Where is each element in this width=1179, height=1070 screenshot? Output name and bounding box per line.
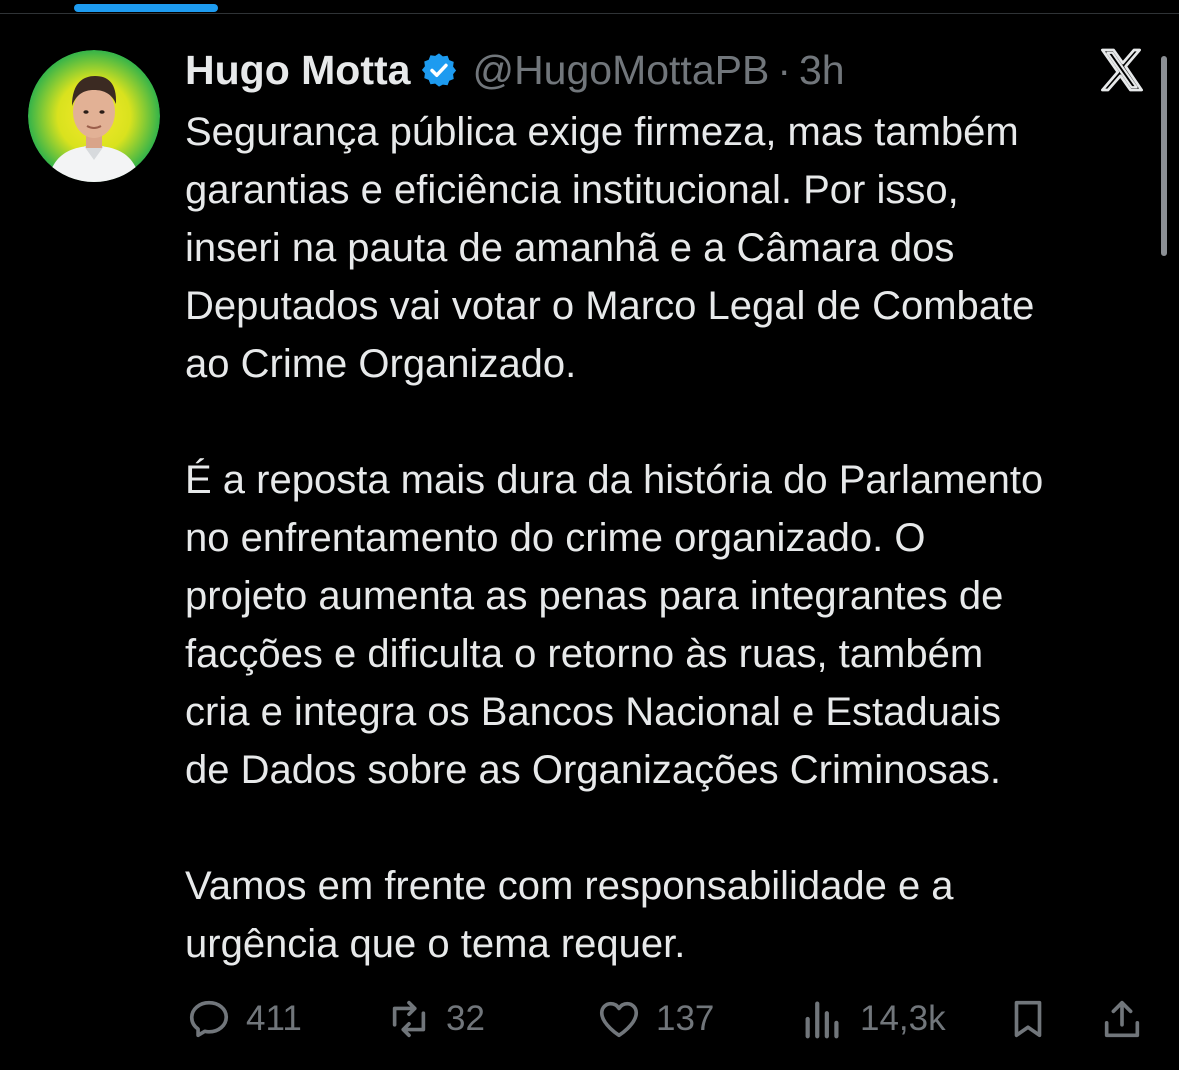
- tab-indicator: [74, 4, 218, 12]
- tweet-header: Hugo Motta @HugoMottaPB · 3h: [185, 42, 845, 98]
- divider: [0, 13, 1179, 14]
- tweet-paragraph: É a reposta mais dura da história do Par…: [185, 451, 1170, 799]
- tweet-line: Vamos em frente com responsabilidade e a: [185, 864, 954, 908]
- tweet-line: É a reposta mais dura da história do Par…: [185, 458, 1044, 502]
- reply-button[interactable]: 411: [186, 990, 302, 1048]
- verified-badge-icon: [422, 53, 457, 87]
- tweet-line: ao Crime Organizado.: [185, 342, 577, 386]
- x-logo-icon: [1101, 48, 1143, 92]
- profile-photo: [28, 50, 160, 182]
- author-name[interactable]: Hugo Motta: [185, 47, 410, 94]
- timestamp[interactable]: 3h: [799, 47, 845, 94]
- tweet-text: Segurança pública exige firmeza, mas tam…: [185, 103, 1170, 973]
- tweet-line: cria e integra os Bancos Nacional e Esta…: [185, 690, 1002, 734]
- views-button[interactable]: 14,3k: [800, 990, 946, 1048]
- tweet-line: de Dados sobre as Organizações Criminosa…: [185, 748, 1001, 792]
- like-button[interactable]: 137: [596, 990, 714, 1048]
- tweet-line: Deputados vai votar o Marco Legal de Com…: [185, 284, 1035, 328]
- views-count: 14,3k: [860, 999, 946, 1038]
- tweet-line: garantias e eficiência institucional. Po…: [185, 168, 959, 212]
- action-bar: 411 32 137 14,3k: [0, 990, 1179, 1048]
- separator: ·: [777, 46, 791, 93]
- share-button[interactable]: [1099, 990, 1145, 1048]
- reply-icon: [189, 1000, 229, 1038]
- reply-count: 411: [246, 999, 302, 1038]
- tweet-line: urgência que o tema requer.: [185, 922, 686, 966]
- avatar[interactable]: [28, 50, 160, 182]
- retweet-count: 32: [446, 999, 485, 1038]
- retweet-icon: [392, 1000, 426, 1038]
- tweet-line: inseri na pauta de amanhã e a Câmara dos: [185, 226, 955, 270]
- retweet-button[interactable]: 32: [386, 990, 485, 1048]
- tweet-paragraph: Vamos em frente com responsabilidade e a…: [185, 857, 1170, 973]
- tweet-line: Segurança pública exige firmeza, mas tam…: [185, 110, 1019, 154]
- share-icon: [1104, 1000, 1140, 1038]
- bookmark-button[interactable]: [1005, 990, 1051, 1048]
- views-icon: [805, 1001, 839, 1039]
- tweet-line: projeto aumenta as penas para integrante…: [185, 574, 1004, 618]
- tweet-paragraph: Segurança pública exige firmeza, mas tam…: [185, 103, 1170, 393]
- bookmark-icon: [1014, 1000, 1042, 1038]
- author-handle[interactable]: @HugoMottaPB: [472, 47, 769, 94]
- heart-icon: [599, 1001, 639, 1038]
- tweet-line: no enfrentamento do crime organizado. O: [185, 516, 926, 560]
- like-count: 137: [656, 999, 715, 1038]
- tweet-line: facções e dificulta o retorno às ruas, t…: [185, 632, 984, 676]
